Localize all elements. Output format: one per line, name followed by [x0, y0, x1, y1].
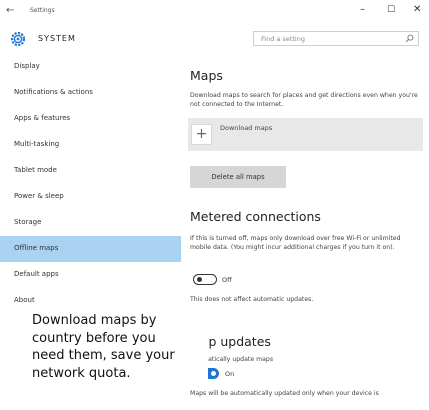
sidebar-item-offline-maps[interactable]: Offline maps: [0, 236, 181, 262]
sidebar-item-label: Default apps: [14, 270, 59, 278]
sidebar-item-label: Storage: [14, 218, 42, 226]
map-updates-description: Maps will be automatically updated only …: [190, 390, 379, 397]
metered-toggle[interactable]: [193, 274, 217, 285]
caption-overlay: Download maps by country before you need…: [26, 308, 208, 382]
sidebar-item-apps-features[interactable]: Apps & features: [0, 106, 181, 132]
plus-icon: +: [191, 124, 212, 145]
sidebar-item-default-apps[interactable]: Default apps: [0, 262, 181, 288]
metered-toggle-state: Off: [222, 276, 232, 284]
sidebar-item-label: Tablet mode: [14, 166, 57, 174]
sidebar-item-multitasking[interactable]: Multi-tasking: [0, 132, 181, 158]
search-placeholder: Find a setting: [261, 35, 305, 43]
settings-header: SYSTEM Find a setting: [0, 24, 429, 54]
sidebar-item-label: Multi-tasking: [14, 140, 60, 148]
maps-heading: Maps: [190, 68, 223, 83]
sidebar-item-power-sleep[interactable]: Power & sleep: [0, 184, 181, 210]
toggle-knob: [211, 371, 216, 376]
title-bar: ← Settings – ☐ ✕: [0, 0, 429, 24]
search-icon[interactable]: [405, 34, 414, 43]
sidebar-item-label: Offline maps: [14, 244, 59, 252]
maps-description: Download maps to search for places and g…: [190, 92, 418, 108]
sidebar-item-label: Power & sleep: [14, 192, 64, 200]
main-content: Maps Download maps to search for places …: [181, 54, 429, 410]
sidebar-item-display[interactable]: Display: [0, 54, 181, 80]
section-title: SYSTEM: [38, 34, 76, 43]
delete-all-maps-button[interactable]: Delete all maps: [190, 166, 286, 188]
auto-update-toggle-state: On: [225, 370, 235, 378]
search-input[interactable]: Find a setting: [253, 31, 419, 46]
download-maps-label: Download maps: [220, 124, 273, 132]
metered-note: This does not affect automatic updates.: [190, 296, 314, 303]
gear-icon: [10, 31, 26, 47]
download-maps-button[interactable]: + Download maps: [188, 118, 423, 151]
sidebar-item-label: Display: [14, 62, 40, 70]
caption-line: Download maps by: [32, 313, 157, 328]
sidebar-item-label: About: [14, 296, 35, 304]
caption-line: need them, save your: [32, 348, 175, 363]
back-button[interactable]: ←: [6, 5, 14, 16]
auto-update-caption: ...tomatically update maps: [190, 356, 274, 363]
metered-heading: Metered connections: [190, 209, 321, 224]
caption-line: network quota.: [32, 365, 131, 381]
minimize-button[interactable]: –: [360, 4, 365, 15]
sidebar-item-notifications[interactable]: Notifications & actions: [0, 80, 181, 106]
maximize-button[interactable]: ☐: [387, 5, 395, 15]
metered-description: If this is turned off, maps only downloa…: [190, 235, 401, 251]
sidebar-item-label: Apps & features: [14, 114, 71, 122]
sidebar-item-storage[interactable]: Storage: [0, 210, 181, 236]
window-title: Settings: [30, 7, 55, 14]
caption-line: country before you: [32, 330, 156, 346]
sidebar-item-tablet-mode[interactable]: Tablet mode: [0, 158, 181, 184]
close-button[interactable]: ✕: [413, 4, 421, 15]
sidebar-item-label: Notifications & actions: [14, 88, 93, 96]
toggle-knob: [197, 277, 202, 282]
